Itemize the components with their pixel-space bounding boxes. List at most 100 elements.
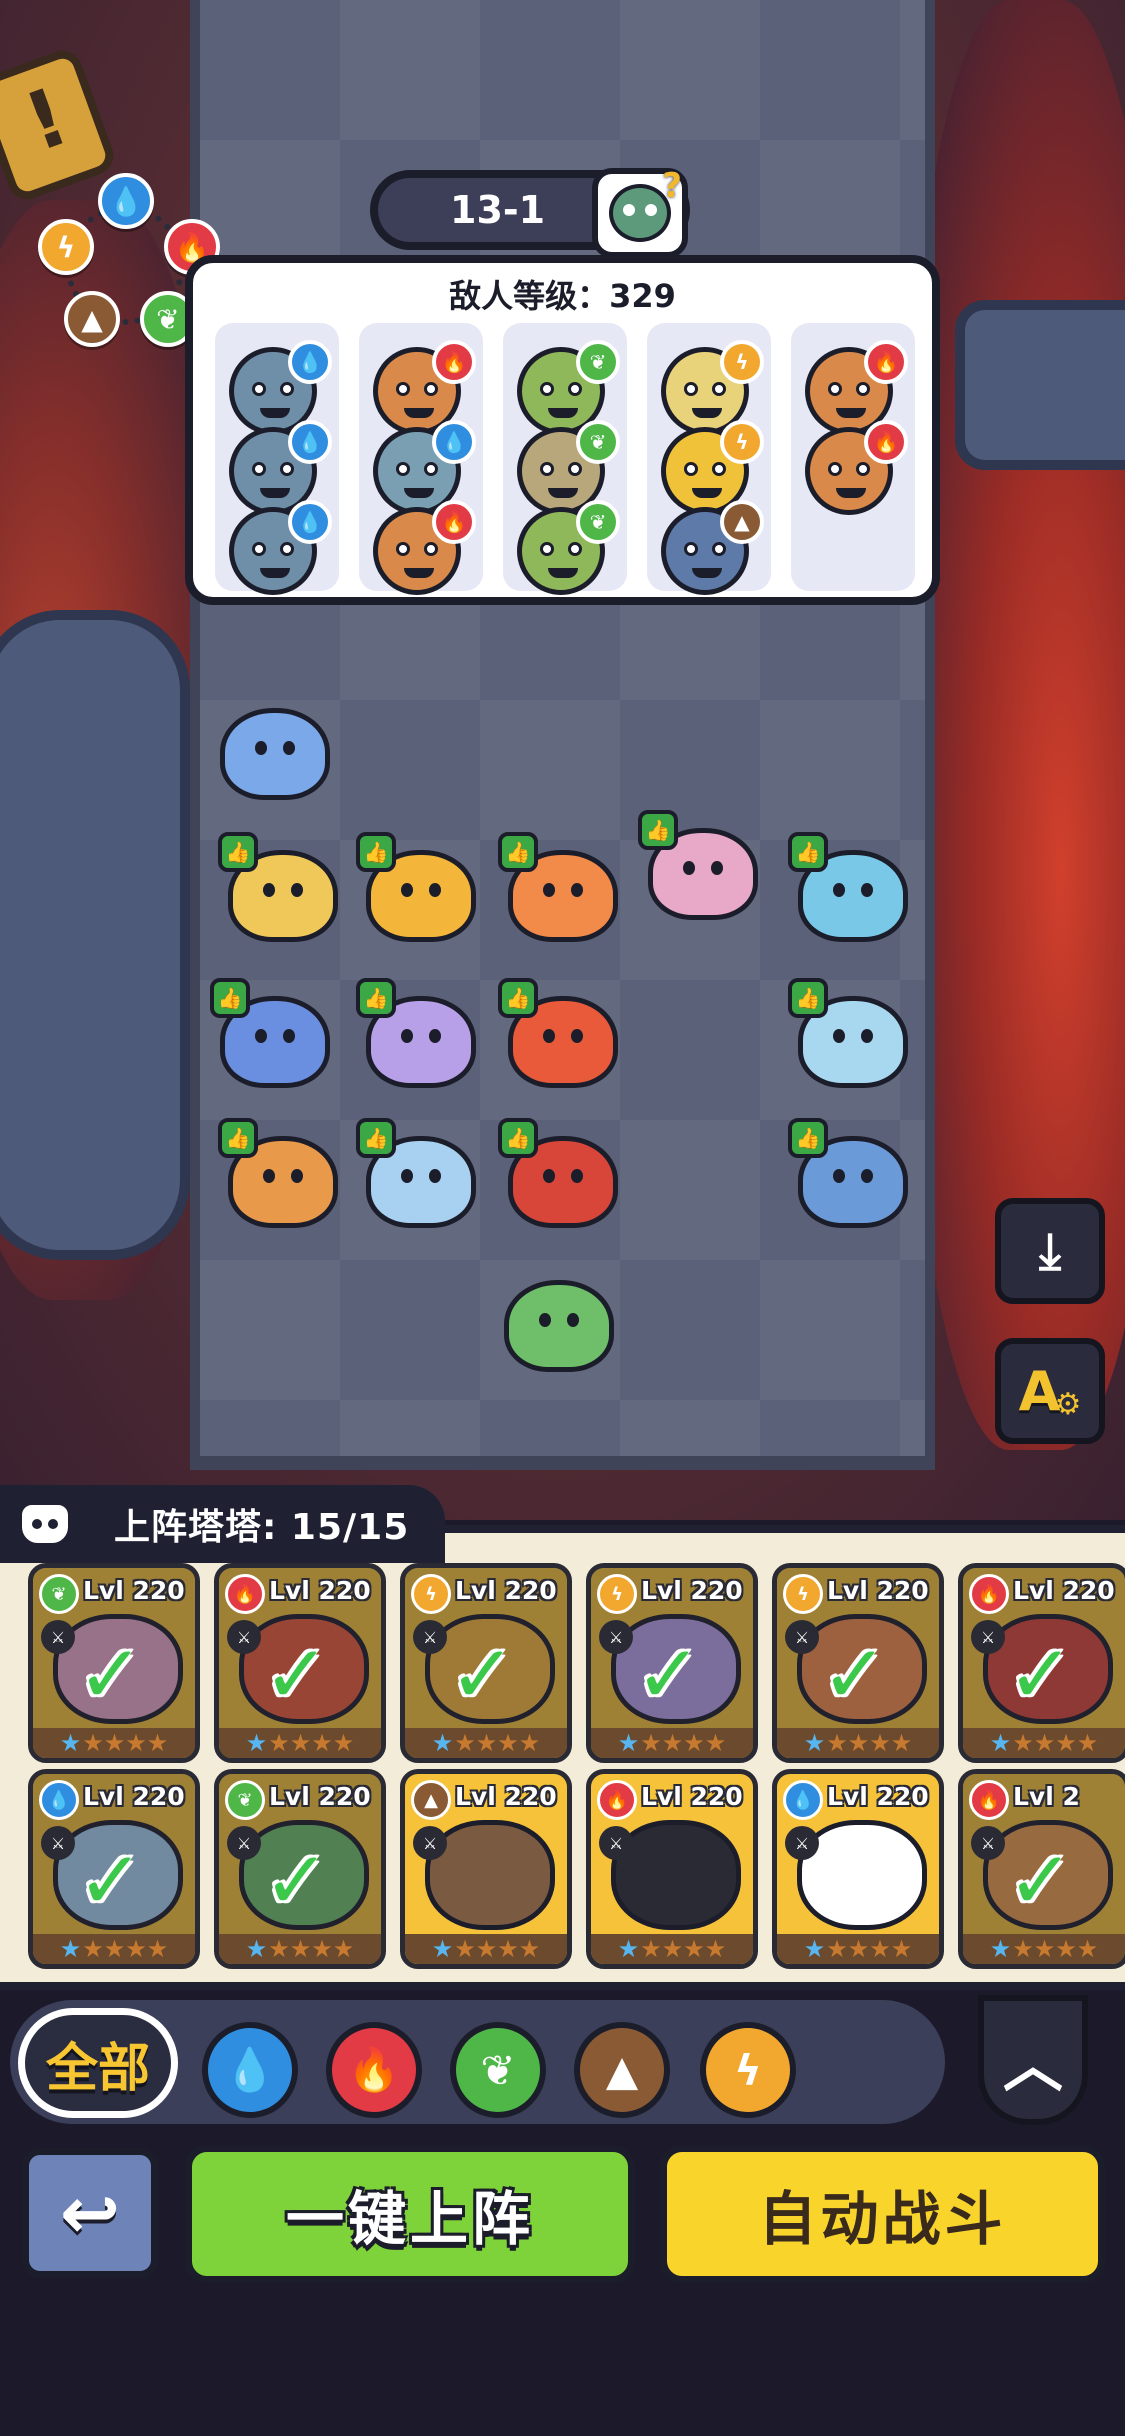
water-icon: 💧 bbox=[783, 1780, 823, 1820]
card-level: Lvl 220 bbox=[83, 1782, 185, 1811]
class-icon: ⚔ bbox=[41, 1620, 75, 1654]
hero-card[interactable]: ϟ Lvl 220 ⚔ ★ ★★★★ ✓ bbox=[400, 1563, 572, 1763]
ally-unit[interactable]: 👍 bbox=[210, 978, 332, 1088]
roster-header: 上阵塔塔: 15/15 bbox=[0, 1485, 445, 1563]
ally-unit[interactable]: 👍 bbox=[788, 832, 910, 942]
hero-card[interactable]: 💧 Lvl 220 ⚔ ★ ★★★★ bbox=[772, 1769, 944, 1969]
hero-card[interactable]: 💧 Lvl 220 ⚔ ★ ★★★★ ✓ bbox=[28, 1769, 200, 1969]
fire-icon: 🔥 bbox=[432, 500, 476, 544]
bolt-icon: ϟ bbox=[720, 340, 764, 384]
star-rating: ★ ★★★★ bbox=[33, 1934, 195, 1964]
card-level: Lvl 2 bbox=[1013, 1782, 1080, 1811]
enemy-panel: 敌人等级：329 💧 💧 💧 🔥 💧 🔥 ❦ ❦ ❦ ϟ ϟ ▲ 🔥 🔥 bbox=[185, 255, 940, 605]
thumbs-up-icon: 👍 bbox=[498, 832, 538, 872]
stage-label: 13-1 bbox=[450, 188, 546, 232]
thumbs-up-icon: 👍 bbox=[356, 978, 396, 1018]
filter-fire-button[interactable]: 🔥 bbox=[326, 2022, 422, 2118]
auto-settings-button[interactable]: A ⚙ bbox=[995, 1338, 1105, 1444]
card-level: Lvl 220 bbox=[269, 1782, 371, 1811]
enemy-portrait: 💧 bbox=[229, 500, 332, 595]
save-formation-button[interactable]: ⤓ bbox=[995, 1198, 1105, 1304]
thumbs-up-icon: 👍 bbox=[638, 810, 678, 850]
filter-grass-button[interactable]: ❦ bbox=[450, 2022, 546, 2118]
filter-earth-button[interactable]: ▲ bbox=[574, 2022, 670, 2118]
hero-card[interactable]: ❦ Lvl 220 ⚔ ★ ★★★★ ✓ bbox=[28, 1563, 200, 1763]
deployed-check-icon: ✓ bbox=[263, 1834, 331, 1927]
back-button[interactable]: ↩ bbox=[22, 2148, 158, 2278]
one-click-deploy-button[interactable]: 一键上阵 bbox=[185, 2145, 635, 2283]
thumbs-up-icon: 👍 bbox=[788, 978, 828, 1018]
enemy-column: ❦ ❦ ❦ bbox=[503, 323, 627, 595]
pipe-right bbox=[955, 300, 1125, 470]
grass-icon: ❦ bbox=[39, 1574, 79, 1614]
chevron-up-icon: ︿ bbox=[1003, 2030, 1063, 2101]
class-icon: ⚔ bbox=[785, 1826, 819, 1860]
enemy-column: 🔥 🔥 bbox=[791, 323, 915, 591]
ally-unit[interactable]: 👍 bbox=[356, 1118, 478, 1228]
card-level: Lvl 220 bbox=[455, 1782, 557, 1811]
ally-unit[interactable]: 👍 bbox=[788, 1118, 910, 1228]
fire-icon: 🔥 bbox=[225, 1574, 265, 1614]
card-level: Lvl 220 bbox=[269, 1576, 371, 1605]
thumbs-up-icon: 👍 bbox=[498, 978, 538, 1018]
deployed-check-icon: ✓ bbox=[1007, 1628, 1075, 1721]
hero-card[interactable]: ▲ Lvl 220 ⚔ ★ ★★★★ bbox=[400, 1769, 572, 1969]
enemy-portrait: ▲ bbox=[661, 500, 764, 595]
hero-card[interactable]: 🔥 Lvl 2 ⚔ ★ ★★★★ ✓ bbox=[958, 1769, 1125, 1969]
filter-all-button[interactable]: 全部 bbox=[18, 2008, 178, 2118]
auto-battle-button[interactable]: 自动战斗 bbox=[660, 2145, 1105, 2283]
class-icon: ⚔ bbox=[971, 1826, 1005, 1860]
star-rating: ★ ★★★★ bbox=[777, 1934, 939, 1964]
ally-unit[interactable]: 👍 bbox=[218, 1118, 340, 1228]
hero-card[interactable]: ϟ Lvl 220 ⚔ ★ ★★★★ ✓ bbox=[772, 1563, 944, 1763]
water-icon: 💧 bbox=[98, 173, 154, 229]
ally-unit[interactable]: 👍 bbox=[498, 832, 620, 942]
download-icon: ⤓ bbox=[1038, 1221, 1062, 1280]
hero-card[interactable]: 🔥 Lvl 220 ⚔ ★ ★★★★ ✓ bbox=[958, 1563, 1125, 1763]
class-icon: ⚔ bbox=[413, 1620, 447, 1654]
roster-panel[interactable]: ❦ Lvl 220 ⚔ ★ ★★★★ ✓ 🔥 Lvl 220 ⚔ ★ ★★★★ ✓ ϟ Lvl 220 ⚔ ★… bbox=[0, 1525, 1125, 1990]
bolt-icon: ϟ bbox=[783, 1574, 823, 1614]
star-rating: ★ ★★★★ bbox=[591, 1934, 753, 1964]
fire-icon: 🔥 bbox=[969, 1574, 1009, 1614]
filter-water-button[interactable]: 💧 bbox=[202, 2022, 298, 2118]
card-level: Lvl 220 bbox=[641, 1576, 743, 1605]
hero-card[interactable]: 🔥 Lvl 220 ⚔ ★ ★★★★ bbox=[586, 1769, 758, 1969]
ally-unit[interactable]: 👍 bbox=[218, 832, 340, 942]
water-icon: 💧 bbox=[288, 420, 332, 464]
class-icon: ⚔ bbox=[599, 1826, 633, 1860]
ally-unit[interactable]: 👍 bbox=[638, 810, 760, 920]
thumbs-up-icon: 👍 bbox=[788, 1118, 828, 1158]
boss-hint-icon[interactable]: ? bbox=[592, 166, 688, 258]
fire-icon: 🔥 bbox=[597, 1780, 637, 1820]
ally-unit[interactable]: 👍 bbox=[788, 978, 910, 1088]
hero-card[interactable]: ❦ Lvl 220 ⚔ ★ ★★★★ ✓ bbox=[214, 1769, 386, 1969]
star-rating: ★ ★★★★ bbox=[591, 1728, 753, 1758]
enemy-portrait: 🔥 bbox=[805, 420, 908, 515]
filter-bolt-button[interactable]: ϟ bbox=[700, 2022, 796, 2118]
star-rating: ★ ★★★★ bbox=[405, 1728, 567, 1758]
collapse-button[interactable]: ︿ bbox=[978, 1995, 1088, 2125]
card-level: Lvl 220 bbox=[1013, 1576, 1115, 1605]
earth-icon: ▲ bbox=[411, 1780, 451, 1820]
class-icon: ⚔ bbox=[971, 1620, 1005, 1654]
grass-icon: ❦ bbox=[225, 1780, 265, 1820]
ally-unit[interactable] bbox=[496, 1262, 616, 1372]
water-icon: 💧 bbox=[39, 1780, 79, 1820]
hero-card[interactable]: 🔥 Lvl 220 ⚔ ★ ★★★★ ✓ bbox=[214, 1563, 386, 1763]
ally-unit[interactable] bbox=[212, 690, 332, 800]
grass-icon: ❦ bbox=[576, 500, 620, 544]
enemy-column: 🔥 💧 🔥 bbox=[359, 323, 483, 595]
hero-card[interactable]: ϟ Lvl 220 ⚔ ★ ★★★★ ✓ bbox=[586, 1563, 758, 1763]
star-rating: ★ ★★★★ bbox=[219, 1934, 381, 1964]
ally-unit[interactable]: 👍 bbox=[356, 832, 478, 942]
enemy-column: ϟ ϟ ▲ bbox=[647, 323, 771, 595]
ally-unit[interactable]: 👍 bbox=[356, 978, 478, 1088]
ally-unit[interactable]: 👍 bbox=[498, 978, 620, 1088]
thumbs-up-icon: 👍 bbox=[356, 1118, 396, 1158]
water-icon: 💧 bbox=[432, 420, 476, 464]
battlefield: 💧 🔥 ❦ ▲ ϟ 13-1 ? 敌人等级：329 💧💧💧🔥💧🔥❦❦❦ϟϟ▲🔥🔥… bbox=[0, 0, 1125, 1520]
bolt-icon: ϟ bbox=[411, 1574, 451, 1614]
enemy-column: 💧 💧 💧 bbox=[215, 323, 339, 595]
ally-unit[interactable]: 👍 bbox=[498, 1118, 620, 1228]
